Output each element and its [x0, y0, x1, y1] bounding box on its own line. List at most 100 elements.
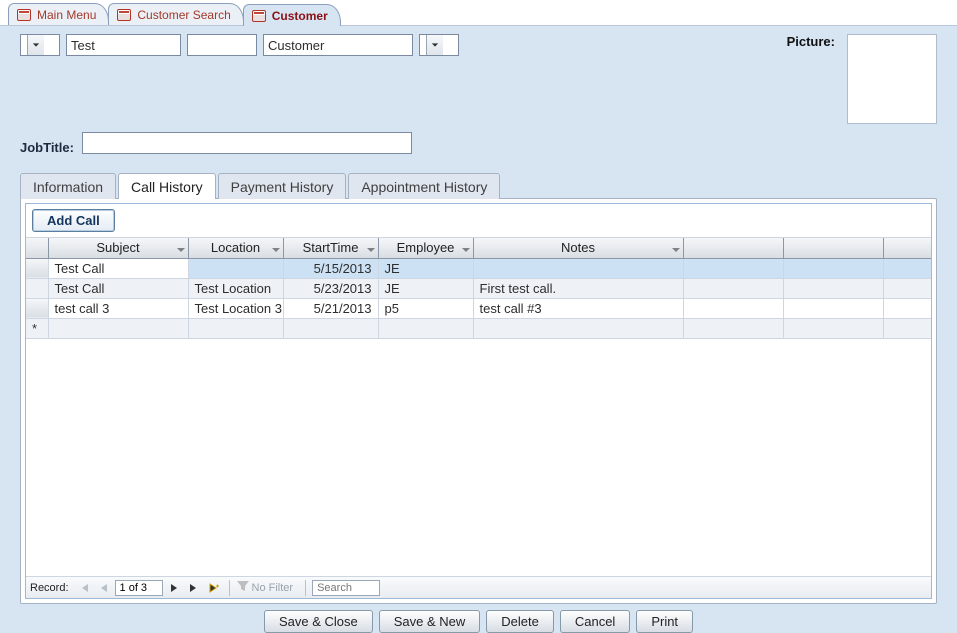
- sub-frame: Add Call Subject Location: [20, 198, 937, 604]
- col-notes[interactable]: Notes: [473, 238, 683, 258]
- row-selector[interactable]: [26, 318, 48, 338]
- cell-extra[interactable]: [783, 258, 883, 278]
- object-tab-bar: Main Menu Customer Search Customer: [0, 0, 957, 26]
- cell-empty[interactable]: [783, 318, 883, 338]
- col-label: StartTime: [303, 240, 359, 255]
- cell-location[interactable]: [188, 258, 283, 278]
- record-position-input[interactable]: [115, 580, 163, 596]
- cell-extra[interactable]: [783, 298, 883, 318]
- add-call-row: Add Call: [26, 204, 931, 237]
- cell-extra[interactable]: [683, 298, 783, 318]
- no-filter-label: No Filter: [252, 582, 294, 594]
- chevron-down-icon[interactable]: [366, 243, 376, 253]
- cell-extra[interactable]: [683, 258, 783, 278]
- table-row[interactable]: test call 3Test Location 35/21/2013p5tes…: [26, 298, 931, 318]
- middle-name-field[interactable]: [187, 34, 257, 56]
- cell-empty[interactable]: [378, 318, 473, 338]
- cell-extra[interactable]: [683, 278, 783, 298]
- new-record-row[interactable]: [26, 318, 931, 338]
- cell-notes[interactable]: test call #3: [473, 298, 683, 318]
- name-fields-row: Test Customer Picture:: [20, 34, 937, 124]
- cell-start[interactable]: 5/23/2013: [283, 278, 378, 298]
- row-selector[interactable]: [26, 278, 48, 298]
- cell-employee[interactable]: p5: [378, 298, 473, 318]
- chevron-down-icon[interactable]: [671, 243, 681, 253]
- object-tab-label: Main Menu: [37, 8, 96, 22]
- tab-payment-history[interactable]: Payment History: [218, 173, 347, 199]
- object-tab-customer[interactable]: Customer: [243, 4, 341, 26]
- tab-information[interactable]: Information: [20, 173, 116, 199]
- cancel-button[interactable]: Cancel: [560, 610, 630, 633]
- job-title-field[interactable]: [82, 132, 412, 154]
- record-navigator: Record: No Filter: [26, 576, 931, 598]
- row-selector[interactable]: [26, 298, 48, 318]
- col-employee[interactable]: Employee: [378, 238, 473, 258]
- chevron-down-icon[interactable]: [461, 243, 471, 253]
- chevron-down-icon[interactable]: [426, 35, 443, 55]
- first-name-field[interactable]: Test: [66, 34, 181, 56]
- cell-empty[interactable]: [283, 318, 378, 338]
- cell-empty[interactable]: [188, 318, 283, 338]
- cell-subject[interactable]: test call 3: [48, 298, 188, 318]
- save-close-button[interactable]: Save & Close: [264, 610, 373, 633]
- cell-start[interactable]: 5/15/2013: [283, 258, 378, 278]
- print-button[interactable]: Print: [636, 610, 693, 633]
- col-starttime[interactable]: StartTime: [283, 238, 378, 258]
- delete-button[interactable]: Delete: [486, 610, 554, 633]
- col-label: Notes: [561, 240, 595, 255]
- cell-empty[interactable]: [473, 318, 683, 338]
- col-location[interactable]: Location: [188, 238, 283, 258]
- chevron-down-icon[interactable]: [176, 243, 186, 253]
- col-subject[interactable]: Subject: [48, 238, 188, 258]
- cell-location[interactable]: Test Location: [188, 278, 283, 298]
- cell-filler: [883, 298, 931, 318]
- form-area: Test Customer Picture: JobTitle: Informa…: [0, 26, 957, 633]
- add-call-button[interactable]: Add Call: [32, 209, 115, 232]
- tab-label: Appointment History: [361, 179, 487, 195]
- nav-last-button[interactable]: [185, 580, 203, 596]
- col-extra-1[interactable]: [683, 238, 783, 258]
- prefix-combo[interactable]: [20, 34, 60, 56]
- nav-prev-button[interactable]: [95, 580, 113, 596]
- cell-notes[interactable]: First test call.: [473, 278, 683, 298]
- tab-call-history[interactable]: Call History: [118, 173, 216, 199]
- nav-first-button[interactable]: [75, 580, 93, 596]
- cell-extra[interactable]: [783, 278, 883, 298]
- table-row[interactable]: Test Call 5/15/2013JE: [26, 258, 931, 278]
- row-selector[interactable]: [26, 258, 48, 278]
- chevron-down-icon[interactable]: [27, 35, 44, 55]
- form-icon: [252, 10, 266, 22]
- cell-empty[interactable]: [48, 318, 188, 338]
- col-extra-2[interactable]: [783, 238, 883, 258]
- nav-new-button[interactable]: [205, 580, 223, 596]
- col-label: Location: [211, 240, 260, 255]
- table-row[interactable]: Test CallTest Location5/23/2013JEFirst t…: [26, 278, 931, 298]
- tab-appointment-history[interactable]: Appointment History: [348, 173, 500, 199]
- picture-block: Picture:: [787, 34, 937, 124]
- cell-start[interactable]: 5/21/2013: [283, 298, 378, 318]
- object-tab-customer-search[interactable]: Customer Search: [108, 3, 243, 25]
- chevron-down-icon[interactable]: [271, 243, 281, 253]
- separator: [229, 580, 230, 596]
- picture-box[interactable]: [847, 34, 937, 124]
- filter-icon[interactable]: [236, 579, 250, 596]
- cell-location[interactable]: Test Location 3: [188, 298, 283, 318]
- select-all-corner[interactable]: [26, 238, 48, 258]
- tab-label: Information: [33, 179, 103, 195]
- cell-employee[interactable]: JE: [378, 258, 473, 278]
- last-name-value: Customer: [268, 38, 324, 53]
- last-name-field[interactable]: Customer: [263, 34, 413, 56]
- record-search-input[interactable]: [312, 580, 380, 596]
- save-new-button[interactable]: Save & New: [379, 610, 481, 633]
- cell-notes[interactable]: [473, 258, 683, 278]
- object-tab-main-menu[interactable]: Main Menu: [8, 3, 109, 25]
- cell-empty[interactable]: [683, 318, 783, 338]
- cell-employee[interactable]: JE: [378, 278, 473, 298]
- separator: [305, 580, 306, 596]
- suffix-combo[interactable]: [419, 34, 459, 56]
- call-history-panel: Add Call Subject Location: [25, 203, 932, 599]
- cell-subject[interactable]: Test Call: [48, 278, 188, 298]
- cell-subject[interactable]: Test Call: [48, 258, 188, 278]
- object-tab-label: Customer Search: [137, 8, 230, 22]
- nav-next-button[interactable]: [165, 580, 183, 596]
